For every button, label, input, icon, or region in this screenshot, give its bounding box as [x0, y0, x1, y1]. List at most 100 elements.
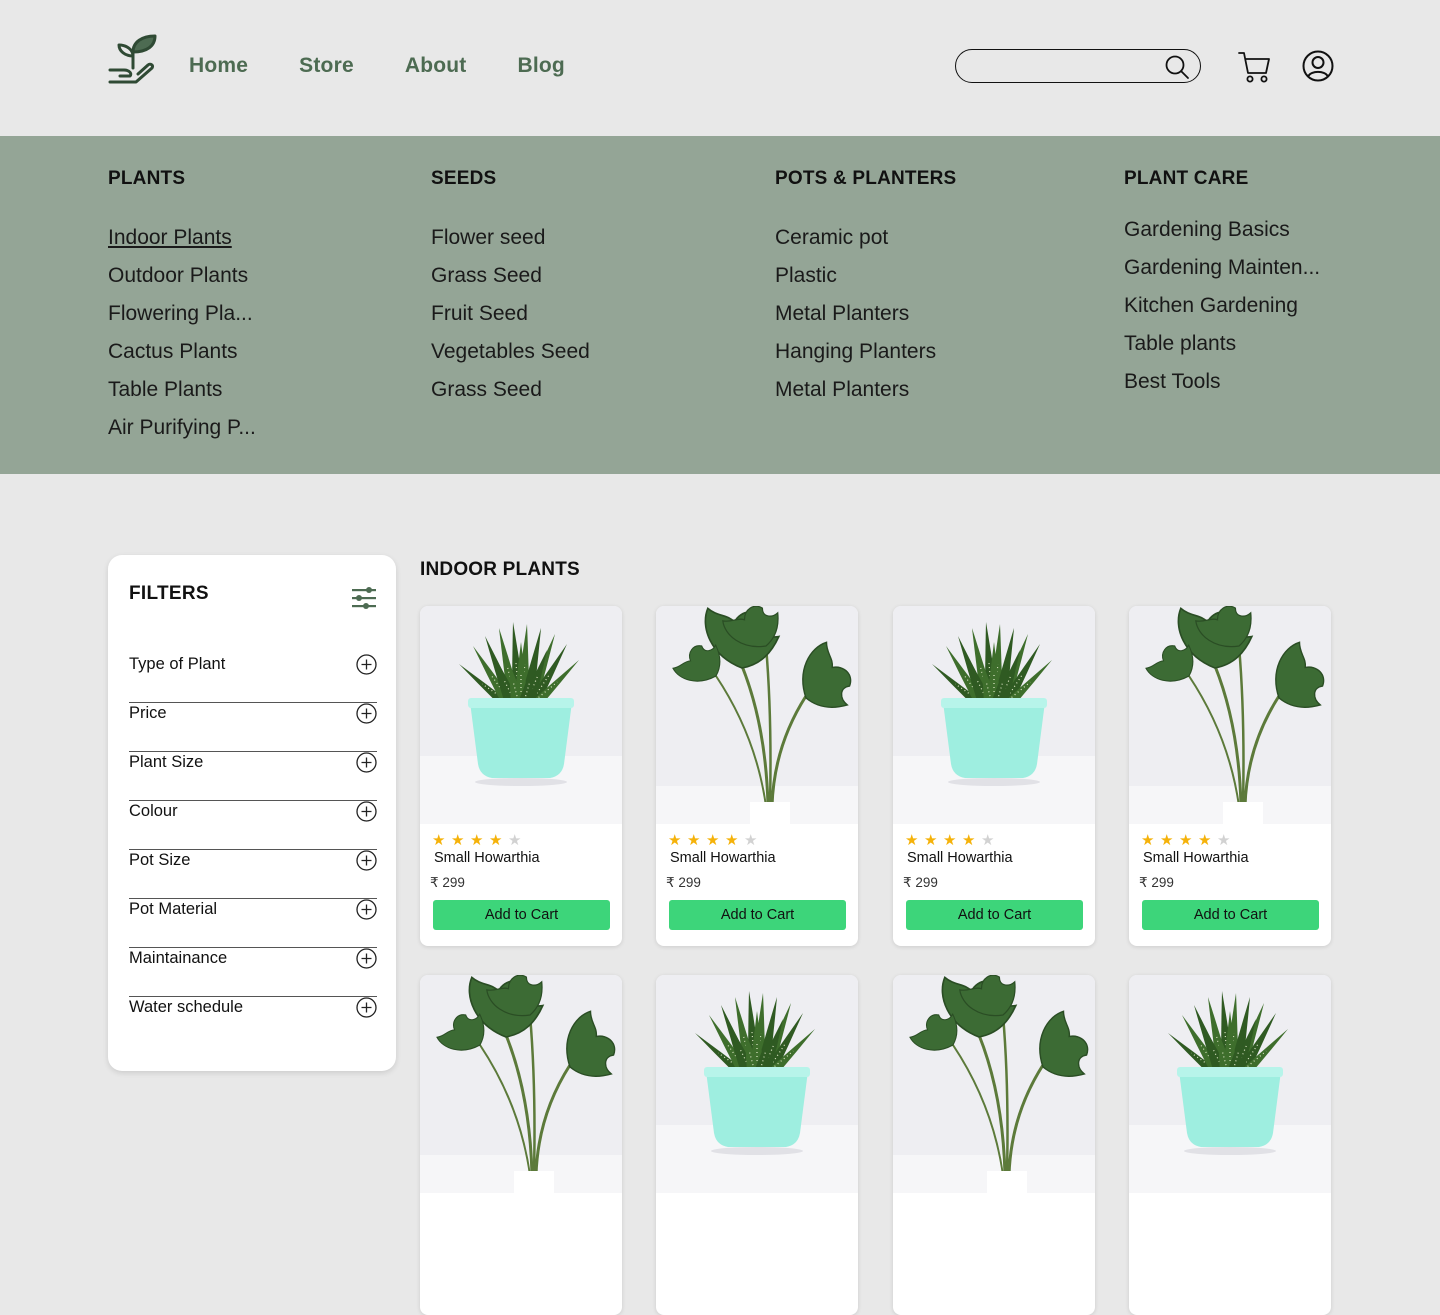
add-to-cart-button[interactable]: Add to Cart [433, 900, 610, 930]
filter-row-price[interactable]: Price [129, 702, 377, 752]
star-icon: ★ [1160, 832, 1174, 849]
add-to-cart-button[interactable]: Add to Cart [1142, 900, 1319, 930]
menu-item-grass-seed-2[interactable]: Grass Seed [431, 378, 590, 416]
plus-circle-icon[interactable] [356, 654, 377, 675]
product-name[interactable]: Small Howarthia [1143, 850, 1249, 866]
menu-item-vegetables-seed[interactable]: Vegetables Seed [431, 340, 590, 378]
product-card[interactable] [893, 975, 1095, 1315]
product-card[interactable]: ★ ★ ★ ★ ★ Small Howarthia ₹ 299 Add to Cart [656, 606, 858, 946]
menu-item-indoor-plants[interactable]: Indoor Plants [108, 226, 256, 264]
product-image[interactable] [1129, 606, 1331, 824]
main-nav: Home Store About Blog [189, 54, 616, 78]
menu-heading-seeds: SEEDS [431, 168, 497, 189]
menu-item-table-plants-care[interactable]: Table plants [1124, 332, 1320, 370]
menu-item-hanging-planters[interactable]: Hanging Planters [775, 340, 956, 378]
product-image[interactable] [1129, 975, 1331, 1193]
product-name[interactable]: Small Howarthia [670, 850, 776, 866]
product-card[interactable] [420, 975, 622, 1315]
plus-circle-icon[interactable] [356, 899, 377, 920]
product-name[interactable]: Small Howarthia [907, 850, 1013, 866]
menu-item-kitchen-gardening[interactable]: Kitchen Gardening [1124, 294, 1320, 332]
filter-row-pot-material[interactable]: Pot Material [129, 898, 377, 948]
filter-row-plant-size[interactable]: Plant Size [129, 751, 377, 801]
plus-circle-icon[interactable] [356, 850, 377, 871]
product-card[interactable] [1129, 975, 1331, 1315]
plant-hand-logo-icon[interactable] [106, 30, 160, 88]
plus-circle-icon[interactable] [356, 703, 377, 724]
star-icon: ★ [905, 832, 919, 849]
plus-circle-icon[interactable] [356, 752, 377, 773]
menu-item-cactus-plants[interactable]: Cactus Plants [108, 340, 256, 378]
product-card[interactable]: ★ ★ ★ ★ ★ Small Howarthia ₹ 299 Add to Cart [1129, 606, 1331, 946]
nav-blog[interactable]: Blog [518, 54, 565, 78]
menu-item-table-plants[interactable]: Table Plants [108, 378, 256, 416]
menu-item-best-tools[interactable]: Best Tools [1124, 370, 1320, 408]
filters-title: FILTERS [129, 583, 209, 604]
star-icon: ★ [470, 832, 484, 849]
menu-item-ceramic-pot[interactable]: Ceramic pot [775, 226, 956, 264]
nav-home[interactable]: Home [189, 54, 248, 78]
user-account-icon[interactable] [1302, 50, 1334, 82]
product-image[interactable] [420, 975, 622, 1193]
add-to-cart-button[interactable]: Add to Cart [669, 900, 846, 930]
section-title: INDOOR PLANTS [420, 559, 580, 580]
menu-item-flowering-plants[interactable]: Flowering Pla... [108, 302, 256, 340]
product-image[interactable] [893, 975, 1095, 1193]
menu-column-seeds: SEEDS Flower seed Grass Seed Fruit Seed … [431, 168, 590, 416]
product-image[interactable] [420, 606, 622, 824]
product-price: ₹ 299 [1139, 875, 1174, 890]
cart-icon[interactable] [1237, 50, 1271, 84]
plus-circle-icon[interactable] [356, 801, 377, 822]
plus-circle-icon[interactable] [356, 948, 377, 969]
alocasia-plant-image [893, 975, 1095, 1193]
filters-panel: FILTERS Type of Plant Price Plant Size Colo… [108, 555, 396, 1071]
product-image[interactable] [656, 975, 858, 1193]
menu-item-metal-planters[interactable]: Metal Planters [775, 302, 956, 340]
filter-label: Price [129, 704, 167, 722]
filter-row-colour[interactable]: Colour [129, 800, 377, 850]
menu-heading-plants: PLANTS [108, 168, 186, 189]
menu-item-gardening-basics[interactable]: Gardening Basics [1124, 218, 1320, 256]
filter-label: Colour [129, 802, 178, 820]
star-icon: ★ [489, 832, 503, 849]
menu-item-metal-planters-2[interactable]: Metal Planters [775, 378, 956, 416]
menu-item-outdoor-plants[interactable]: Outdoor Plants [108, 264, 256, 302]
star-icon: ★ [668, 832, 682, 849]
product-image[interactable] [656, 606, 858, 824]
nav-store[interactable]: Store [299, 54, 354, 78]
star-icon: ★ [962, 832, 976, 849]
nav-about[interactable]: About [405, 54, 467, 78]
filter-sliders-icon[interactable] [351, 585, 377, 611]
filter-row-water-schedule[interactable]: Water schedule [129, 996, 377, 1045]
menu-item-grass-seed[interactable]: Grass Seed [431, 264, 590, 302]
product-price: ₹ 299 [666, 875, 701, 890]
filter-row-type-of-plant[interactable]: Type of Plant [129, 653, 377, 703]
menu-item-fruit-seed[interactable]: Fruit Seed [431, 302, 590, 340]
site-header: Home Store About Blog [0, 0, 1440, 136]
filter-label: Maintainance [129, 949, 228, 967]
filter-row-pot-size[interactable]: Pot Size [129, 849, 377, 899]
search-bar[interactable] [955, 49, 1201, 83]
product-name[interactable]: Small Howarthia [434, 850, 540, 866]
star-icon: ★ [943, 832, 957, 849]
search-input[interactable] [970, 54, 1164, 80]
star-icon: ★ [508, 832, 522, 849]
filter-label: Water schedule [129, 998, 244, 1016]
add-to-cart-button[interactable]: Add to Cart [906, 900, 1083, 930]
filter-label: Pot Size [129, 851, 191, 869]
menu-item-plastic[interactable]: Plastic [775, 264, 956, 302]
product-card[interactable]: ★ ★ ★ ★ ★ Small Howarthia ₹ 299 Add to Cart [893, 606, 1095, 946]
product-card[interactable]: ★ ★ ★ ★ ★ Small Howarthia ₹ 299 Add to Cart [420, 606, 622, 946]
product-image[interactable] [893, 606, 1095, 824]
search-icon[interactable] [1164, 54, 1190, 80]
mega-menu: PLANTS Indoor Plants Outdoor Plants Flow… [0, 136, 1440, 474]
menu-column-plant-care: PLANT CARE Gardening Basics Gardening Ma… [1124, 168, 1320, 408]
menu-item-air-purifying[interactable]: Air Purifying P... [108, 416, 256, 454]
menu-item-gardening-maintenance[interactable]: Gardening Mainten... [1124, 256, 1320, 294]
product-price: ₹ 299 [430, 875, 465, 890]
filter-row-maintainance[interactable]: Maintainance [129, 947, 377, 997]
plus-circle-icon[interactable] [356, 997, 377, 1018]
product-card[interactable] [656, 975, 858, 1315]
menu-column-plants: PLANTS Indoor Plants Outdoor Plants Flow… [108, 168, 256, 454]
menu-item-flower-seed[interactable]: Flower seed [431, 226, 590, 264]
